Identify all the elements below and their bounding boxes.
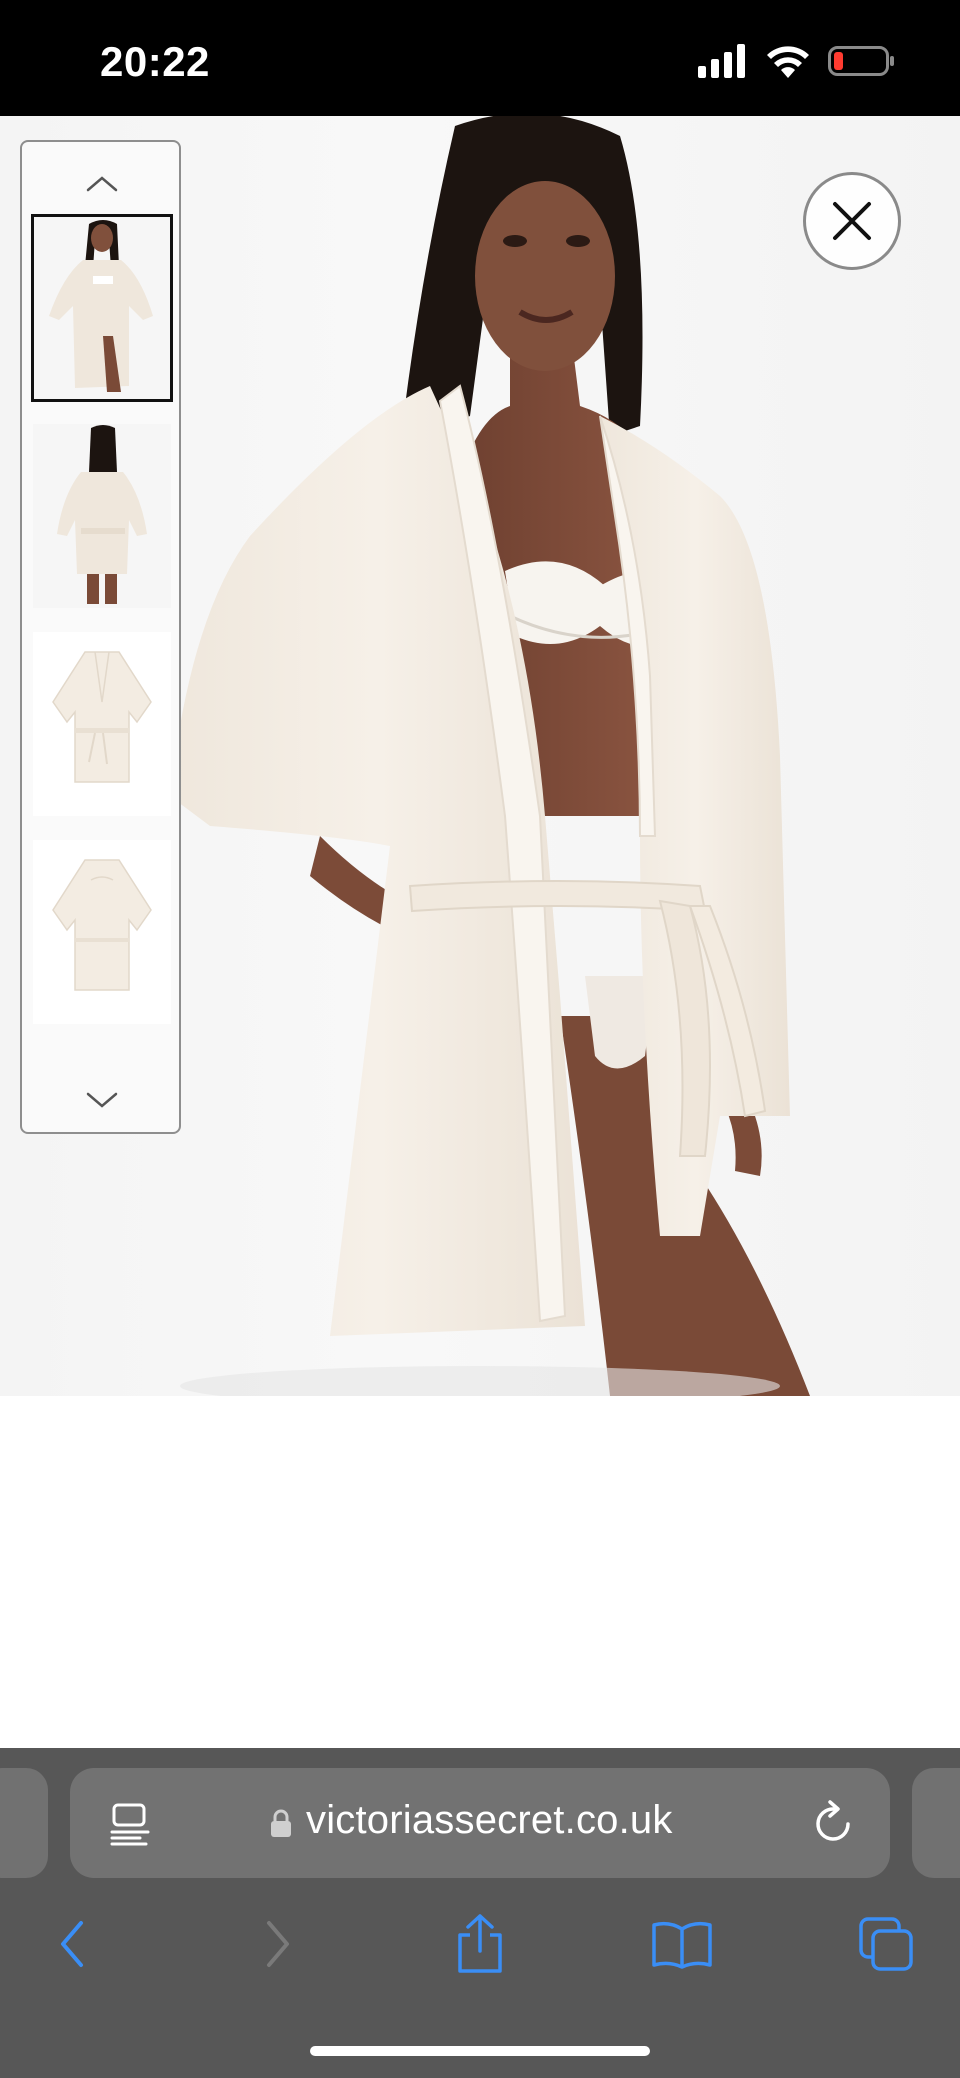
wifi-icon xyxy=(767,46,809,78)
reload-icon[interactable] xyxy=(812,1800,856,1846)
url-text: victoriassecret.co.uk xyxy=(306,1798,673,1842)
thumbnail-robe-front-image xyxy=(33,632,171,816)
bookmarks-icon xyxy=(652,1921,712,1969)
back-button[interactable] xyxy=(32,1904,112,1984)
chevron-down-icon[interactable] xyxy=(82,1088,122,1112)
thumbnail-robe-back-image xyxy=(33,840,171,1024)
status-icons xyxy=(698,44,896,78)
thumbnail-model-front-image xyxy=(33,216,171,400)
previous-tab-peek[interactable] xyxy=(0,1768,48,1878)
thumbnail-3[interactable] xyxy=(33,632,171,816)
home-indicator[interactable] xyxy=(310,2046,650,2056)
status-time: 20:22 xyxy=(100,38,210,85)
chevron-up-icon[interactable] xyxy=(82,172,122,196)
address-bar[interactable]: victoriassecret.co.uk xyxy=(70,1768,890,1878)
thumbnail-model-back-image xyxy=(33,424,171,608)
bookmarks-button[interactable] xyxy=(642,1904,722,1984)
thumbnail-4[interactable] xyxy=(33,840,171,1024)
product-image-viewer[interactable] xyxy=(0,116,960,1396)
lock-icon xyxy=(271,1809,291,1837)
back-icon xyxy=(61,1921,83,1967)
close-icon xyxy=(833,202,871,240)
close-button[interactable] xyxy=(803,172,901,270)
thumbnail-rail xyxy=(20,140,181,1134)
thumbnail-2[interactable] xyxy=(33,424,171,608)
reader-mode-icon[interactable] xyxy=(110,1802,150,1846)
browser-chrome: victoriassecret.co.uk xyxy=(0,1748,960,2078)
tabs-icon xyxy=(859,1917,913,1971)
tabs-button[interactable] xyxy=(846,1904,926,1984)
signal-icon xyxy=(698,44,745,78)
forward-button[interactable] xyxy=(238,1904,318,1984)
status-bar: 20:22 xyxy=(0,0,960,116)
next-tab-peek[interactable] xyxy=(912,1768,960,1878)
browser-toolbar xyxy=(0,1904,960,2004)
share-icon xyxy=(458,1914,502,1973)
thumbnail-1[interactable] xyxy=(31,214,173,402)
forward-icon xyxy=(267,1921,289,1967)
battery-low-icon xyxy=(828,46,894,76)
page-blank-area xyxy=(0,1396,960,1748)
share-button[interactable] xyxy=(440,1904,520,1984)
